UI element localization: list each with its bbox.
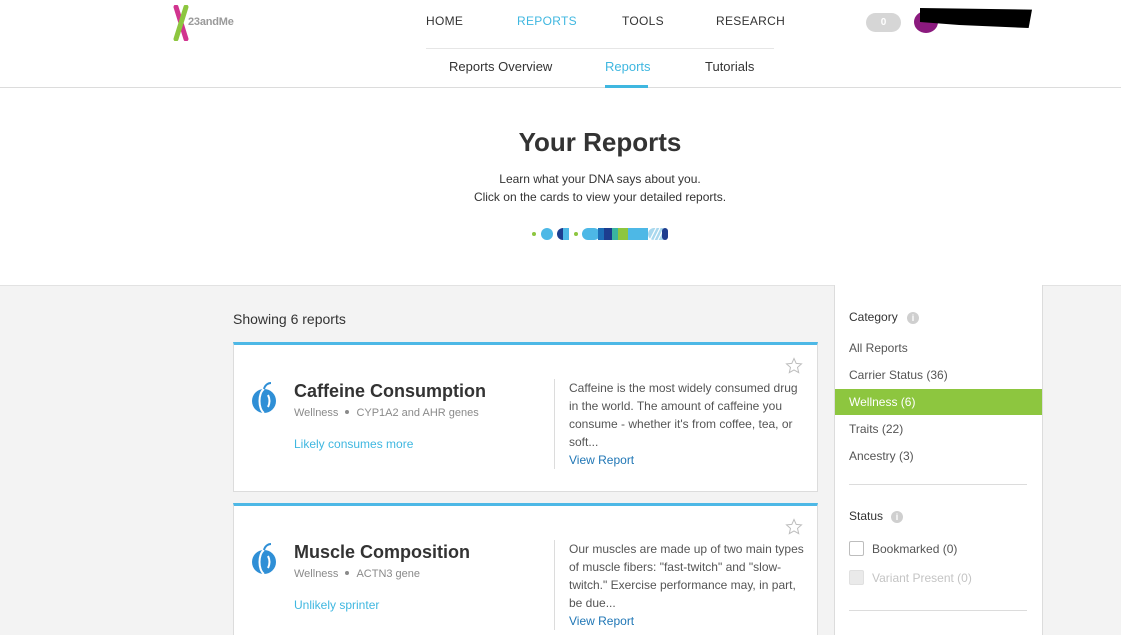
- category-ancestry[interactable]: Ancestry (3): [835, 443, 1042, 469]
- nav-reports[interactable]: REPORTS: [517, 14, 577, 28]
- subnav-reports[interactable]: Reports: [605, 59, 651, 74]
- report-category: Wellness: [294, 568, 339, 580]
- report-description: Caffeine is the most widely consumed dru…: [569, 381, 798, 449]
- report-description: Our muscles are made up of two main type…: [569, 542, 804, 610]
- results-count: Showing 6 reports: [233, 311, 346, 327]
- report-result[interactable]: Likely consumes more: [294, 437, 413, 451]
- logo-text: 23andMe: [188, 16, 234, 28]
- category-carrier-status[interactable]: Carrier Status (36): [835, 362, 1042, 388]
- subnav-tutorials[interactable]: Tutorials: [705, 59, 754, 74]
- bookmarked-label[interactable]: Bookmarked (0): [872, 542, 957, 556]
- category-wellness[interactable]: Wellness (6): [835, 389, 1042, 415]
- report-title[interactable]: Muscle Composition: [294, 542, 470, 563]
- bookmark-star-icon[interactable]: [785, 518, 803, 536]
- view-report-link[interactable]: View Report: [569, 614, 634, 628]
- bookmark-star-icon[interactable]: [785, 357, 803, 375]
- card-divider: [554, 540, 555, 630]
- report-card-caffeine[interactable]: Caffeine Consumption Wellness CYP1A2 and …: [233, 342, 818, 492]
- brand-logo[interactable]: 23andMe: [172, 4, 252, 42]
- separator-dot: [345, 571, 350, 576]
- separator-dot: [345, 410, 350, 415]
- subnav-reports-overview[interactable]: Reports Overview: [449, 59, 552, 74]
- report-result[interactable]: Unlikely sprinter: [294, 598, 379, 612]
- nav-divider: [426, 48, 774, 49]
- dna-strand-illustration: [532, 227, 668, 241]
- sidebar-divider: [849, 610, 1027, 611]
- main-navigation: HOME REPORTS TOOLS RESEARCH: [426, 14, 785, 32]
- card-divider: [554, 379, 555, 469]
- notifications-badge[interactable]: 0: [866, 13, 901, 32]
- nav-tools[interactable]: TOOLS: [622, 14, 664, 28]
- report-meta: Wellness ACTN3 gene: [294, 568, 420, 580]
- nav-home[interactable]: HOME: [426, 14, 463, 28]
- category-info-icon[interactable]: i: [907, 312, 919, 324]
- status-heading: Status: [849, 509, 884, 523]
- hero-subtitle-line-2: Click on the cards to view your detailed…: [473, 190, 727, 204]
- sidebar-divider: [849, 484, 1027, 485]
- report-title[interactable]: Caffeine Consumption: [294, 381, 486, 402]
- report-meta: Wellness CYP1A2 and AHR genes: [294, 407, 479, 419]
- wellness-category-icon: [252, 543, 276, 575]
- variant-present-checkbox: [849, 570, 864, 585]
- view-report-link[interactable]: View Report: [569, 453, 634, 467]
- report-card-muscle[interactable]: Muscle Composition Wellness ACTN3 gene Un…: [233, 503, 818, 635]
- active-subnav-underline: [605, 85, 648, 88]
- category-all-reports[interactable]: All Reports: [835, 335, 1042, 361]
- category-traits[interactable]: Traits (22): [835, 416, 1042, 442]
- bookmarked-checkbox[interactable]: [849, 541, 864, 556]
- variant-present-label: Variant Present (0): [872, 571, 972, 585]
- wellness-category-icon: [252, 382, 276, 414]
- top-header: 23andMe HOME REPORTS TOOLS RESEARCH Repo…: [0, 0, 1121, 88]
- nav-research[interactable]: RESEARCH: [716, 14, 785, 28]
- status-info-icon[interactable]: i: [891, 511, 903, 523]
- report-genes: ACTN3 gene: [356, 568, 421, 580]
- filter-sidebar: Category i All Reports Carrier Status (3…: [834, 285, 1043, 635]
- report-category: Wellness: [294, 407, 339, 419]
- report-genes: CYP1A2 and AHR genes: [356, 407, 479, 419]
- page-title: Your Reports: [518, 127, 682, 157]
- hero-subtitle-line-1: Learn what your DNA says about you.: [499, 172, 701, 186]
- category-heading: Category: [849, 310, 898, 324]
